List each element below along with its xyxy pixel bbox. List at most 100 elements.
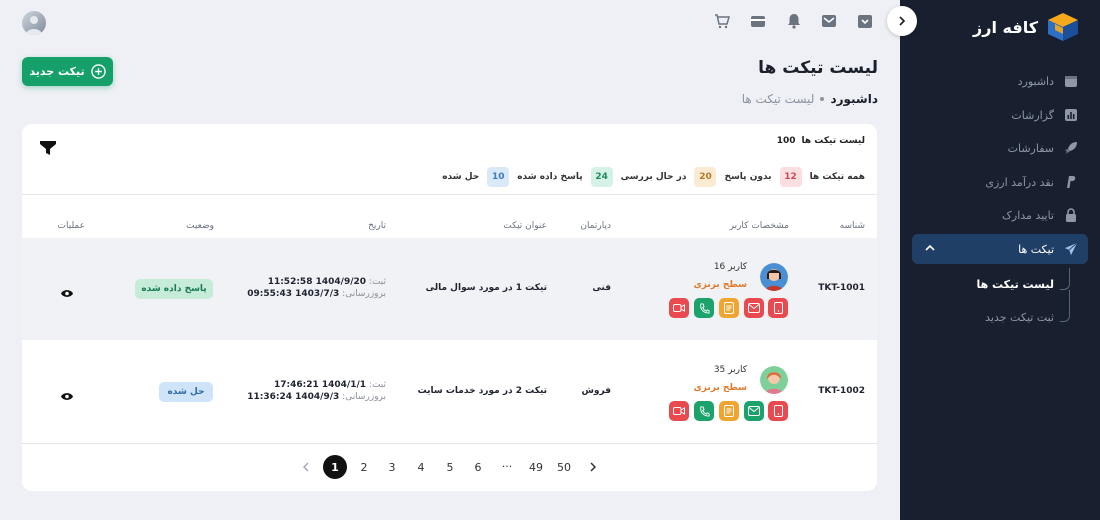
sidebar-item-label: تایید مدارک [1002,208,1054,222]
contact-video-button[interactable] [669,298,689,318]
page-button-50[interactable]: 50 [552,455,576,479]
calendar-icon [1064,74,1078,88]
ticket-id: TKT-1002 [818,386,865,396]
filter-tab-unanswered[interactable]: بدون پاسخ [724,172,771,182]
count-badge-solved: 10 [487,167,510,187]
new-ticket-label: تیکت جدید [29,65,85,78]
contact-mobile-button[interactable] [768,401,788,421]
column-header-date: تاریخ [368,221,386,231]
ticket-subject[interactable]: تیکت 1 در مورد سوال مالی [426,283,547,293]
sidebar-item-reports[interactable]: گزارشات [912,101,1088,129]
contact-email-button[interactable] [744,401,764,421]
sidebar: کافه ارز داشبورد گزارشات سفارشات نقد درآ… [900,0,1100,520]
breadcrumb-current: لیست تیکت ها [741,92,815,106]
tickets-card: 100 لیست تیکت ها همه تیکت ها 12 بدون پاس… [22,124,877,491]
woman-avatar-icon [760,366,788,394]
filter-tab-solved[interactable]: حل شده [442,172,479,182]
breadcrumb: لیست تیکت ها داشبورد [742,92,878,106]
sub-tree-line [1060,268,1070,290]
ticket-list-summary: 100 لیست تیکت ها [777,136,865,146]
filter-tab-all[interactable]: همه تیکت ها [810,172,865,182]
new-ticket-button[interactable]: تیکت جدید [22,57,113,86]
table-row[interactable]: TKT-1002 کاربر 35 سطح برنزی فروش تیکت 2 … [22,341,877,443]
send-icon [1064,242,1078,256]
chevron-right-icon [899,16,906,26]
phone-icon [699,405,710,417]
notifications-button[interactable] [785,12,803,30]
filter-icon [40,141,56,155]
status-badge: پاسخ داده شده [135,279,213,299]
archive-icon [858,15,872,28]
updated-label: بروزرسانی: [342,392,386,402]
contact-document-button[interactable] [719,401,739,421]
contact-phone-button[interactable] [694,298,714,318]
page-button-6[interactable]: 6 [466,455,490,479]
count-badge-unanswered: 12 [779,167,802,187]
sidebar-item-label: داشبورد [1017,74,1054,88]
mobile-icon [773,302,783,314]
contact-document-button[interactable] [719,298,739,318]
email-icon [748,406,760,416]
filter-tab-in-review[interactable]: در حال بررسی [621,172,687,182]
sidebar-item-label: گزارشات [1011,108,1054,122]
cart-button[interactable] [713,12,731,30]
page-button-1[interactable]: 1 [323,455,347,479]
page-button-5[interactable]: 5 [438,455,462,479]
email-icon [748,303,760,313]
cube-logo-icon [1048,13,1078,41]
divider [22,194,877,195]
sidebar-subitem-ticket-list[interactable]: لیست تیکت ها [976,278,1054,291]
eye-icon [61,393,73,400]
sidebar-item-currency-income[interactable]: نقد درآمد ارزی [912,168,1088,196]
count-badge-answered: 24 [590,167,613,187]
page-button-3[interactable]: 3 [380,455,404,479]
department: فنی [592,283,611,293]
paypal-icon [1064,175,1078,189]
sidebar-item-orders[interactable]: سفارشات [912,134,1088,162]
mail-button[interactable] [820,12,838,30]
created-date: 1404/1/1 17:46:21 [273,380,367,390]
brand-logo[interactable]: کافه ارز [973,12,1080,42]
sidebar-item-tickets[interactable]: تیکت ها [912,234,1088,264]
sidebar-item-label: تیکت ها [1018,242,1054,256]
sidebar-subitem-new-ticket[interactable]: ثبت تیکت جدید [985,311,1054,324]
brand-name: کافه ارز [973,17,1038,37]
video-icon [673,304,685,312]
contact-email-button[interactable] [744,298,764,318]
ticket-dates: ثبت: 1404/9/20 11:52:58 بروزرسانی: 1403/… [247,276,386,300]
filter-button[interactable] [40,140,56,159]
page-button-49[interactable]: 49 [524,455,548,479]
contact-mobile-button[interactable] [768,298,788,318]
archive-button[interactable] [856,12,874,30]
chart-icon [1064,108,1078,122]
prev-page-button[interactable] [294,455,318,479]
mail-icon [822,15,836,27]
ticket-count: 100 [776,136,796,146]
breadcrumb-home[interactable]: داشبورد [830,92,878,106]
created-label: ثبت: [368,277,386,287]
status-badge: حل شده [159,382,213,402]
next-page-button[interactable] [581,455,605,479]
contact-video-button[interactable] [669,401,689,421]
table-row[interactable]: TKT-1001 کاربر 16 سطح برنزی فنی تیکت 1 د… [22,238,877,340]
sidebar-item-dashboard[interactable]: داشبورد [912,67,1088,95]
ticket-list-label: لیست تیکت ها [801,136,865,146]
view-button[interactable] [61,386,73,405]
updated-date: 1404/9/3 11:36:24 [247,392,340,402]
eye-icon [61,290,73,297]
document-icon [724,302,734,314]
page-button-2[interactable]: 2 [352,455,376,479]
ticket-id: TKT-1001 [818,283,865,293]
sidebar-item-verify-documents[interactable]: تایید مدارک [912,201,1088,229]
page-button-4[interactable]: 4 [409,455,433,479]
document-icon [724,405,734,417]
view-button[interactable] [61,283,73,302]
contact-phone-button[interactable] [694,401,714,421]
wallet-button[interactable] [749,12,767,30]
ticket-subject[interactable]: تیکت 2 در مورد خدمات سایت [418,386,547,396]
profile-avatar[interactable] [22,11,46,35]
filter-tab-answered[interactable]: پاسخ داده شده [517,172,582,182]
woman-avatar-icon [760,263,788,291]
lock-icon [1064,208,1078,222]
sidebar-toggle-button[interactable] [887,6,917,36]
